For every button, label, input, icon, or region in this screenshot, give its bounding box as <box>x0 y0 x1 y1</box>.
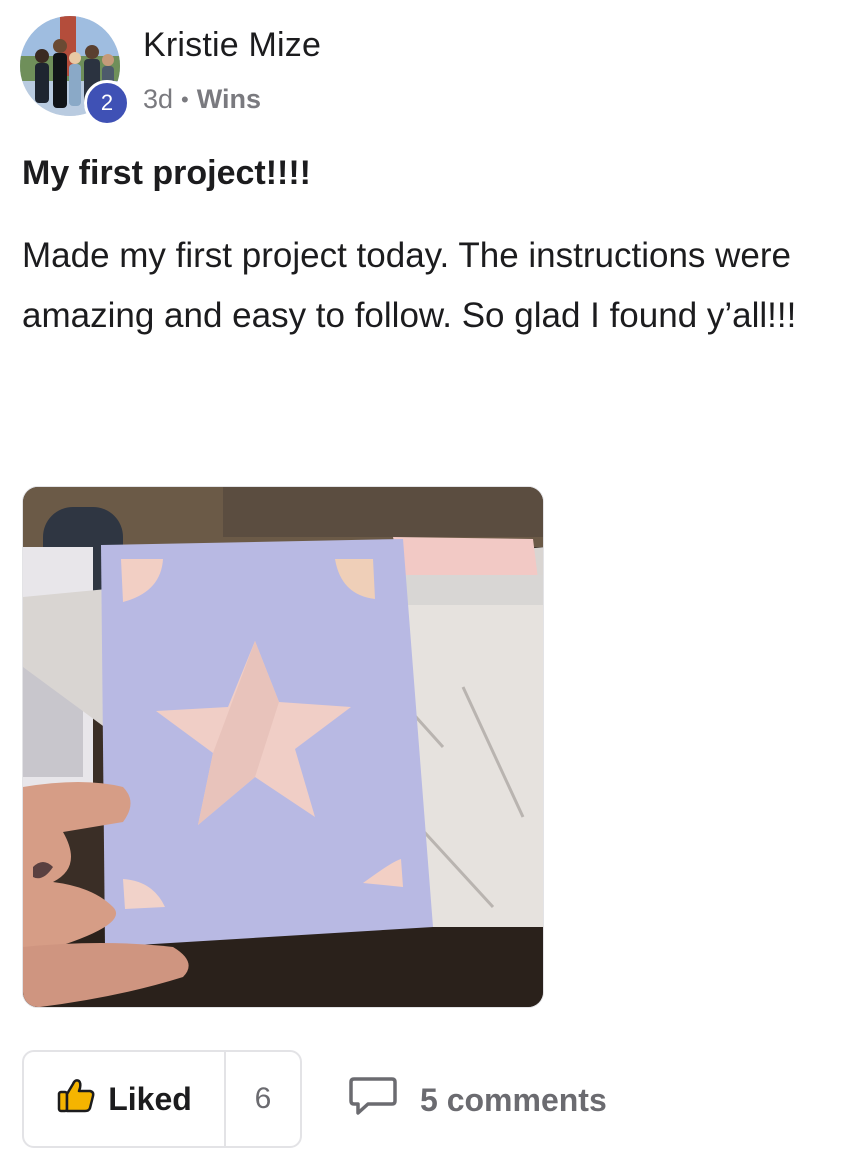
like-control: Liked 6 <box>22 1050 302 1148</box>
post-time: 3d <box>143 84 174 114</box>
post-card: 2 Kristie Mize 3d • Wins My first projec… <box>0 0 846 1164</box>
post-category[interactable]: Wins <box>197 84 261 115</box>
like-label: Liked <box>108 1080 192 1117</box>
author-avatar[interactable]: 2 <box>20 16 130 126</box>
star-card-photo <box>23 487 543 1007</box>
like-button[interactable]: Liked <box>24 1052 226 1146</box>
comments-label: 5 comments <box>420 1081 607 1118</box>
comments-button[interactable]: 5 comments <box>348 1074 607 1126</box>
post-title: My first project!!!! <box>22 154 311 192</box>
post-meta: 3d • Wins <box>143 84 261 115</box>
comment-icon <box>348 1075 398 1125</box>
thumbs-up-icon <box>56 1075 96 1123</box>
post-image[interactable] <box>22 486 544 1008</box>
author-name[interactable]: Kristie Mize <box>143 26 321 65</box>
like-count[interactable]: 6 <box>226 1052 300 1146</box>
post-body: Made my first project today. The instruc… <box>22 236 797 335</box>
level-badge: 2 <box>84 80 130 126</box>
meta-separator: • <box>181 86 189 112</box>
